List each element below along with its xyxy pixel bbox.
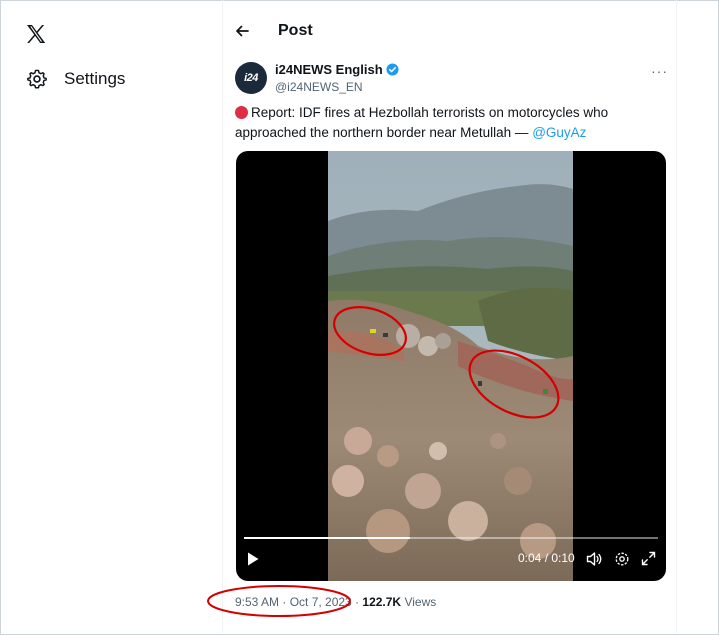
page-title: Post <box>278 22 313 39</box>
video-time: 0:04 / 0:10 <box>518 551 575 565</box>
post-meta: 9:53 AM · Oct 7, 2023 · 122.7K Views <box>235 595 436 609</box>
column-divider-right <box>676 0 677 633</box>
avatar-logo-text: i24 <box>244 72 258 84</box>
video-controls: 0:04 / 0:10 <box>236 537 666 581</box>
author-handle[interactable]: @i24NEWS_EN <box>275 80 399 94</box>
verified-badge-icon <box>386 63 399 76</box>
meta-separator: · <box>351 595 363 609</box>
mention-link[interactable]: @GuyAz <box>532 125 586 140</box>
gear-icon <box>27 69 47 89</box>
video-frame-image <box>328 151 573 581</box>
more-options-icon[interactable]: ··· <box>651 63 668 79</box>
x-logo-icon[interactable] <box>24 22 48 46</box>
play-icon[interactable] <box>246 551 260 567</box>
red-circle-emoji-icon <box>235 106 248 119</box>
post-text: Report: IDF fires at Hezbollah terrorist… <box>235 103 655 143</box>
column-divider <box>222 0 223 633</box>
sidebar-item-label: Settings <box>64 69 126 88</box>
settings-gear-icon[interactable] <box>614 551 630 567</box>
author-name[interactable]: i24NEWS English <box>275 62 383 77</box>
post-header: Post <box>234 22 313 40</box>
author-block: i24NEWS English @i24NEWS_EN <box>275 62 399 94</box>
video-player[interactable]: 0:04 / 0:10 <box>236 151 666 581</box>
volume-icon[interactable] <box>586 551 603 567</box>
sidebar-item-settings[interactable]: Settings <box>26 68 125 90</box>
fullscreen-icon[interactable] <box>641 551 656 566</box>
views-label: Views <box>404 595 437 609</box>
views-count: 122.7K <box>362 595 402 609</box>
video-progress-bar[interactable] <box>244 537 658 539</box>
back-arrow-icon[interactable] <box>234 23 250 39</box>
avatar[interactable]: i24 <box>235 62 267 94</box>
post-timestamp[interactable]: 9:53 AM · Oct 7, 2023 <box>235 595 352 609</box>
video-progress-fill <box>244 537 410 539</box>
